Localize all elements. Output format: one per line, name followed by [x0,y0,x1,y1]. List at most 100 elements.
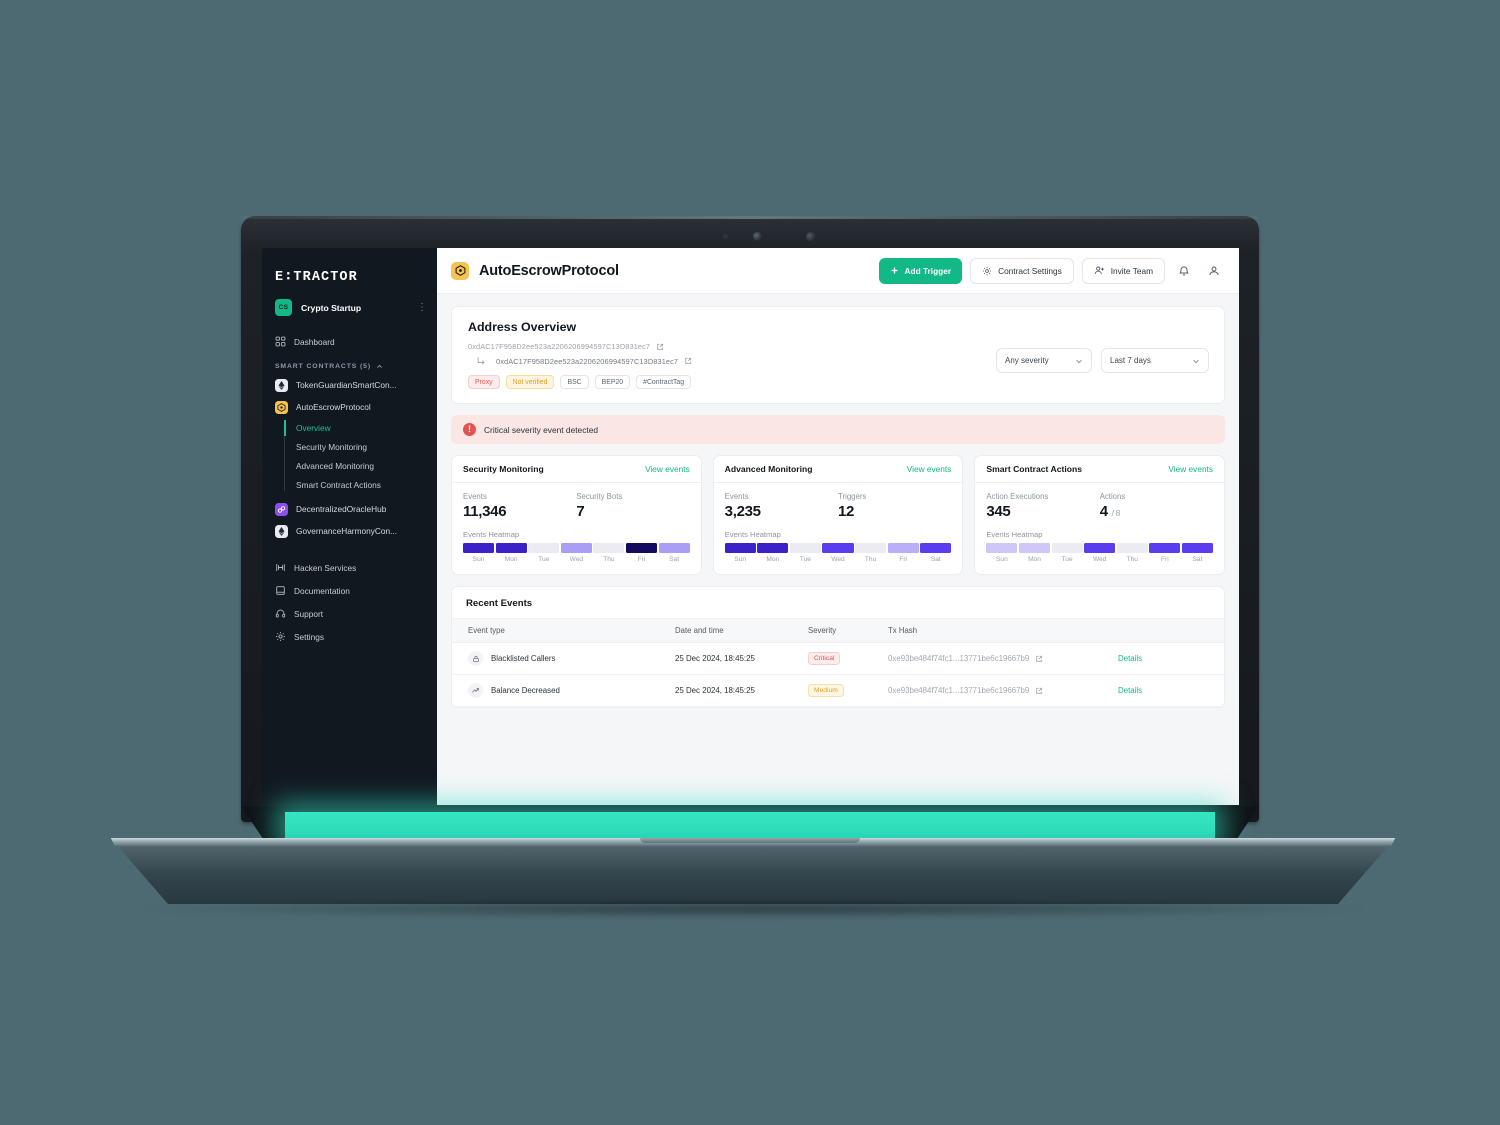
heatmap-cell[interactable] [593,543,625,553]
event-type-label: Balance Decreased [491,686,560,695]
org-switcher[interactable]: CS Crypto Startup ⋮ [275,299,427,316]
view-events-link[interactable]: View events [907,464,952,474]
stat-value-suffix: / 8 [1111,508,1121,518]
contract-subnav: Overview Security Monitoring Advanced Mo… [284,418,437,494]
heatmap-day-label: Mon [504,556,518,563]
sidebar-subitem-overview[interactable]: Overview [296,418,437,437]
heatmap-cell[interactable] [560,543,592,553]
laptop-mockup: E∶TRACTOR CS Crypto Startup ⋮ Dashboard … [0,0,1500,1125]
table-row[interactable]: Balance Decreased 25 Dec 2024, 18:45:25 … [452,674,1224,707]
arrow-branch-icon [477,357,485,365]
sidebar-item-label: Dashboard [294,336,335,347]
view-events-link[interactable]: View events [645,464,690,474]
top-bar: AutoEscrowProtocol Add Trigger Contract … [437,248,1239,294]
heatmap-cell[interactable] [658,543,690,553]
add-trigger-button[interactable]: Add Trigger [878,257,963,284]
card-stats: Events 3,235 Triggers 12 [725,492,952,520]
sidebar-item-dashboard[interactable]: Dashboard [262,330,437,353]
stat-events: Events 3,235 [725,492,838,520]
cell-date: 25 Dec 2024, 18:45:25 [667,674,800,707]
cell-details: Details [1110,642,1224,675]
stat-label: Action Executions [986,492,1049,501]
card-body: Action Executions 345 Actions 4 / 8 Even… [975,483,1224,574]
heatmap-cell[interactable] [1149,543,1181,553]
card-header: Security Monitoring View events [452,456,701,483]
heatmap-day-label: Thu [1126,556,1138,563]
view-events-link[interactable]: View events [1168,464,1213,474]
user-profile-button[interactable] [1203,260,1225,282]
column-header-tx-hash: Tx Hash [880,618,1110,643]
stat-triggers: Triggers 12 [838,492,951,520]
heatmap-cell[interactable] [920,543,952,553]
content-area: Address Overview 0xdAC17F958D2ee523a2206… [437,294,1239,805]
book-icon [276,586,285,595]
heatmap-column: Fri [1149,543,1181,563]
heatmap-cell[interactable] [887,543,919,553]
sidebar-item-documentation[interactable]: Documentation [262,579,437,602]
sidebar-item-label: Support [294,608,324,619]
heatmap-cell[interactable] [1116,543,1148,553]
sidebar-item-hacken-services[interactable]: Hacken Services [262,556,437,579]
sidebar-contract-auto-escrow[interactable]: AutoEscrowProtocol [262,396,437,418]
sidebar-item-support[interactable]: Support [262,602,437,625]
period-filter-select[interactable]: Last 7 days [1101,348,1209,373]
contract-settings-button[interactable]: Contract Settings [970,257,1074,284]
external-link-icon[interactable] [1035,687,1043,695]
sidebar-contract-oracle-hub[interactable]: DecentralizedOracleHub [262,498,437,520]
sidebar-section-smart-contracts[interactable]: SMART CONTRACTS (5) [275,363,424,370]
laptop-base-notch [640,838,860,843]
severity-filter-value: Any severity [1005,356,1049,365]
org-name: Crypto Startup [301,302,362,313]
sensor-dot-icon [806,232,816,242]
stat-actions: Actions 4 / 8 [1100,492,1213,520]
column-header-date: Date and time [667,618,800,643]
sidebar-subitem-advanced-monitoring[interactable]: Advanced Monitoring [296,456,437,475]
heatmap-column: Sat [658,543,690,563]
stat-security-bots: Security Bots 7 [576,492,689,520]
heatmap-cell[interactable] [789,543,821,553]
table-row[interactable]: Blacklisted Callers 25 Dec 2024, 18:45:2… [452,642,1224,675]
heatmap-cell[interactable] [855,543,887,553]
laptop-screen: E∶TRACTOR CS Crypto Startup ⋮ Dashboard … [262,248,1239,805]
heatmap-column: Tue [1051,543,1083,563]
heatmap-cell[interactable] [822,543,854,553]
tag-not-verified: Not verified [505,375,555,389]
invite-team-button[interactable]: Invite Team [1081,257,1165,284]
heatmap-cell[interactable] [463,543,495,553]
sidebar-subitem-smart-contract-actions[interactable]: Smart Contract Actions [296,475,437,494]
heatmap-cell[interactable] [1018,543,1051,553]
active-indicator [284,420,286,436]
severity-filter-select[interactable]: Any severity [996,348,1092,373]
section-title: Recent Events [466,598,533,609]
heatmap-cell[interactable] [528,543,560,553]
external-link-icon[interactable] [1035,655,1043,663]
heatmap-cell[interactable] [1051,543,1083,553]
services-icon [276,564,285,571]
sidebar-item-settings[interactable]: Settings [262,625,437,648]
heatmap-cell[interactable] [495,543,527,553]
heatmap-column: Mon [1018,543,1051,563]
heatmap-column: Thu [1116,543,1148,563]
stat-value: 12 [838,503,855,520]
heatmap-cell[interactable] [1181,543,1213,553]
heatmap-cell[interactable] [757,543,789,553]
org-menu-icon[interactable]: ⋮ [417,302,427,312]
heatmap-column: Fri [625,543,658,563]
notifications-button[interactable] [1173,260,1195,282]
heatmap-column: Wed [822,543,854,563]
sidebar-contract-token-guardian[interactable]: TokenGuardianSmartCon... [262,374,437,396]
external-link-icon[interactable] [684,357,692,365]
stat-events: Events 11,346 [463,492,576,520]
sidebar-contract-governance-harmony[interactable]: GovernanceHarmonyCon... [262,520,437,542]
details-link[interactable]: Details [1118,654,1142,663]
tag-custom: #ContractTag [636,375,692,389]
heatmap-cell[interactable] [1084,543,1116,553]
details-link[interactable]: Details [1118,686,1142,695]
tx-hash-value: 0xe93be484f74fc1...13771be6c19667b9 [888,686,1030,695]
heatmap-day-label: Sun [996,556,1008,563]
heatmap-cell[interactable] [986,543,1018,553]
heatmap-cell[interactable] [625,543,658,553]
external-link-icon[interactable] [656,343,664,351]
heatmap-cell[interactable] [724,543,756,553]
sidebar-subitem-security-monitoring[interactable]: Security Monitoring [296,437,437,456]
